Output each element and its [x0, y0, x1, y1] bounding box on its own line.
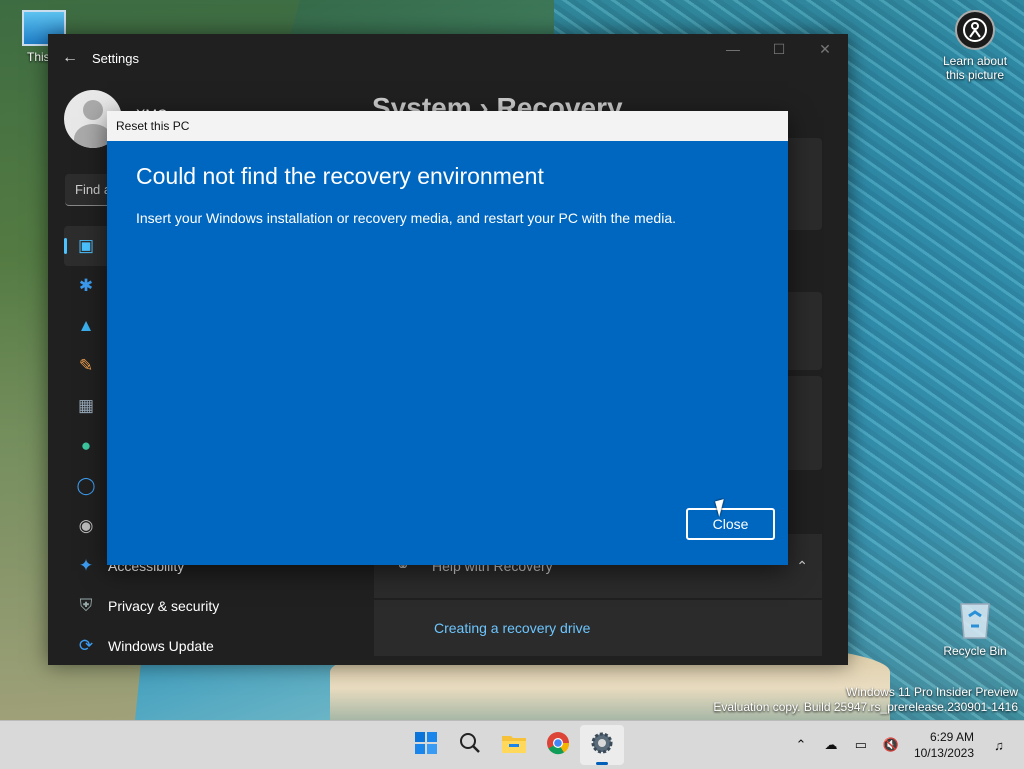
taskbar-search-button[interactable]	[448, 725, 492, 765]
sidebar-item-windows-update[interactable]: ⟳ Windows Update	[64, 626, 364, 665]
file-explorer-icon	[502, 733, 526, 758]
chevron-up-icon[interactable]: ⌃	[786, 737, 816, 753]
taskbar-settings[interactable]	[580, 725, 624, 765]
system-icon: ▣	[77, 236, 95, 255]
sidebar-item-label: Privacy & security	[108, 598, 220, 614]
notification-bell-icon[interactable]: ♫	[984, 738, 1014, 753]
close-icon[interactable]: ✕	[802, 34, 848, 64]
desktop-icon-recycle-bin[interactable]: Recycle Bin	[940, 598, 1010, 658]
volume-muted-icon[interactable]: 🔇	[876, 737, 906, 753]
close-button[interactable]: Close	[686, 508, 775, 540]
network-icon[interactable]: ▭	[846, 737, 876, 753]
accessibility-icon: ✦	[78, 556, 94, 575]
taskbar-file-explorer[interactable]	[492, 725, 536, 765]
reset-pc-dialog: Reset this PC Could not find the recover…	[107, 111, 788, 565]
time-language-icon: ◯	[76, 476, 96, 495]
system-tray: ⌃ ☁ ▭ 🔇 6:29 AM 10/13/2023 ♫	[786, 721, 1014, 769]
dialog-heading: Could not find the recovery environment	[136, 163, 544, 189]
onedrive-icon[interactable]: ☁	[816, 737, 846, 753]
wifi-icon: ▲	[77, 316, 95, 335]
taskbar-chrome[interactable]	[536, 725, 580, 765]
chrome-icon	[546, 731, 570, 760]
watermark-line: Windows 11 Pro Insider Preview	[846, 685, 1018, 699]
settings-icon	[590, 731, 614, 760]
creating-recovery-drive-link[interactable]: Creating a recovery drive	[374, 600, 822, 656]
sidebar-item-privacy-security[interactable]: ⛨ Privacy & security	[64, 586, 364, 626]
brush-icon: ✎	[78, 356, 94, 375]
back-arrow-icon[interactable]: ←	[48, 49, 92, 67]
sidebar-item-label: Windows Update	[108, 638, 214, 654]
person-icon: ●	[80, 436, 92, 455]
chevron-up-icon[interactable]: ⌃	[796, 558, 808, 575]
desktop-icon-label: Recycle Bin	[943, 644, 1007, 658]
minimize-icon[interactable]: —	[710, 34, 756, 64]
clock-time: 6:29 AM	[929, 730, 974, 744]
shield-icon: ⛨	[79, 596, 93, 615]
start-button[interactable]	[404, 725, 448, 765]
build-watermark: Windows 11 Pro Insider Preview Evaluatio…	[713, 685, 1018, 715]
search-icon	[459, 732, 481, 759]
clock-date: 10/13/2023	[913, 746, 974, 760]
camera-info-icon	[955, 10, 995, 50]
maximize-icon[interactable]: ☐	[756, 34, 802, 64]
start-icon	[415, 731, 437, 759]
settings-titlebar[interactable]: ← Settings — ☐ ✕	[48, 34, 848, 82]
gaming-icon: ◉	[78, 516, 94, 535]
bluetooth-icon: ✱	[78, 276, 94, 295]
recycle-bin-icon	[957, 598, 993, 640]
watermark-line: Evaluation copy. Build 25947.rs_prerelea…	[713, 700, 1018, 714]
apps-icon: ▦	[77, 396, 95, 415]
clock[interactable]: 6:29 AM 10/13/2023	[914, 729, 974, 761]
dialog-title: Reset this PC	[107, 111, 788, 141]
update-icon: ⟳	[78, 636, 94, 655]
dialog-message: Insert your Windows installation or reco…	[136, 210, 677, 226]
desktop-icon-learn-about-picture[interactable]: Learn about this picture	[936, 10, 1014, 82]
window-title: Settings	[92, 50, 139, 66]
desktop-icon-label: Learn about this picture	[942, 54, 1008, 82]
taskbar: ⌃ ☁ ▭ 🔇 6:29 AM 10/13/2023 ♫	[0, 720, 1024, 769]
